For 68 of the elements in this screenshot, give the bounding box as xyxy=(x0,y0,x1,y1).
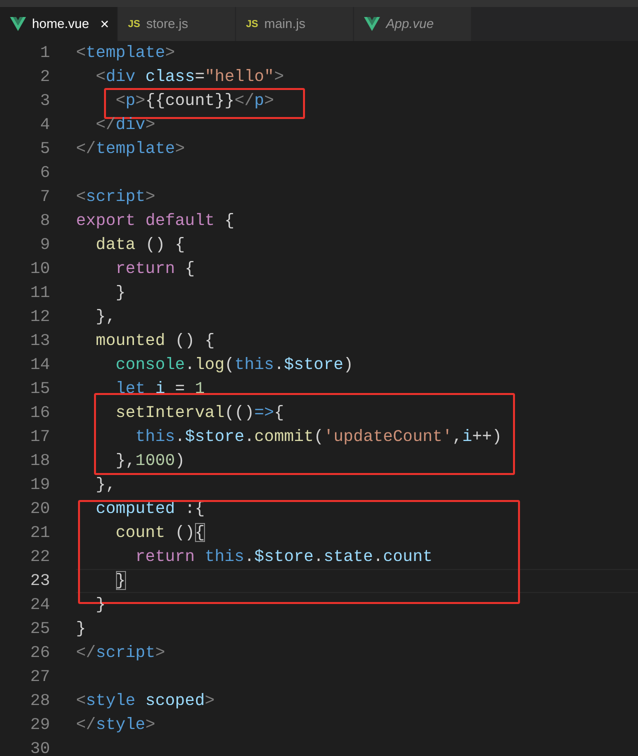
line-number: 18 xyxy=(29,450,50,472)
line-number: 26 xyxy=(29,642,50,664)
js-label: JS xyxy=(128,18,140,32)
code-line: export default { xyxy=(76,210,234,232)
line-number: 27 xyxy=(29,666,50,688)
code-line: setInterval(()=>{ xyxy=(114,402,284,424)
js-label: JS xyxy=(246,18,258,32)
tab-label: main.js xyxy=(264,15,306,34)
code-line: this.$store.commit('updateCount',i++) xyxy=(134,426,502,448)
line-number: 12 xyxy=(29,306,50,328)
line-number: 14 xyxy=(29,354,50,376)
line-number: 23 xyxy=(29,570,50,592)
line-number: 2 xyxy=(39,66,50,88)
code-line: let i = 1 xyxy=(114,378,205,400)
line-number: 22 xyxy=(29,546,50,568)
code-line: } xyxy=(114,282,126,304)
code-line: </style> xyxy=(76,714,156,736)
code-line: } xyxy=(114,570,126,592)
v-logo-icon xyxy=(10,17,26,31)
editor-tab[interactable]: home.vue × xyxy=(0,7,118,41)
code-line: <template> xyxy=(76,42,176,64)
line-number: 19 xyxy=(29,474,50,496)
editor-tab[interactable]: JS store.js xyxy=(118,7,236,41)
editor-tab[interactable]: App.vue xyxy=(354,7,472,41)
line-number: 15 xyxy=(29,378,50,400)
line-number: 24 xyxy=(29,594,50,616)
tab-label: home.vue xyxy=(32,15,90,34)
line-number: 4 xyxy=(39,114,50,136)
code-line: mounted () { xyxy=(94,330,215,352)
code-line: data () { xyxy=(94,234,185,256)
line-number: 5 xyxy=(39,138,50,160)
line-number: 21 xyxy=(29,522,50,544)
code-line: </div> xyxy=(94,114,156,136)
code-line: </script> xyxy=(76,642,166,664)
code-line: <script> xyxy=(76,186,156,208)
line-number: 11 xyxy=(29,282,50,304)
code-line: <style scoped> xyxy=(76,690,215,712)
line-number: 25 xyxy=(29,618,50,640)
v-logo-icon xyxy=(364,17,380,31)
tab-label: store.js xyxy=(146,15,188,34)
line-number: 13 xyxy=(29,330,50,352)
line-number: 29 xyxy=(29,714,50,736)
code-line: </template> xyxy=(76,138,185,160)
code-line: <p>{{count}}</p> xyxy=(114,90,274,112)
line-number: 20 xyxy=(29,498,50,520)
code-line: return this.$store.state.count xyxy=(134,546,433,568)
line-number: 1 xyxy=(39,42,50,64)
code-line: }, xyxy=(94,474,116,496)
line-number: 10 xyxy=(29,258,50,280)
line-number: 30 xyxy=(29,738,50,756)
line-number: 9 xyxy=(39,234,50,256)
code-line: <div class="hello"> xyxy=(94,66,284,88)
line-number: 8 xyxy=(39,210,50,232)
line-number: 28 xyxy=(29,690,50,712)
code-line: } xyxy=(76,618,86,640)
editor-tab[interactable]: JS main.js xyxy=(236,7,354,41)
code-line: return { xyxy=(114,258,195,280)
line-number: 7 xyxy=(39,186,50,208)
tab-label: App.vue xyxy=(386,15,434,34)
line-number: 17 xyxy=(29,426,50,448)
code-line: count (){ xyxy=(114,522,205,544)
line-number: 6 xyxy=(39,162,50,184)
code-line: console.log(this.$store) xyxy=(114,354,354,376)
line-number: 16 xyxy=(29,402,50,424)
code-line: },1000) xyxy=(114,450,185,472)
close-icon[interactable]: × xyxy=(100,16,109,32)
code-line: }, xyxy=(94,306,116,328)
line-number: 3 xyxy=(39,90,50,112)
